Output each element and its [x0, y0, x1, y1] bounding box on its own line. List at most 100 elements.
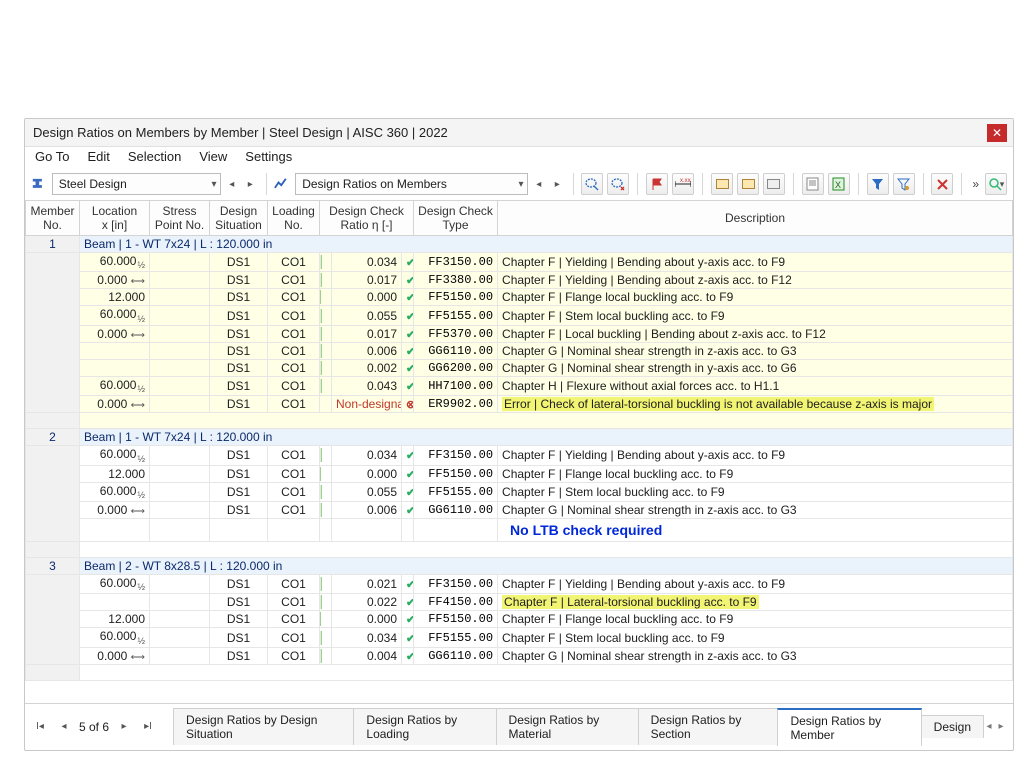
- design-situation-cell[interactable]: DS1: [210, 574, 268, 593]
- ratio-cell[interactable]: Non-designable: [332, 396, 402, 413]
- ratio-cell[interactable]: 0.055: [332, 482, 402, 501]
- stresspoint-cell[interactable]: [150, 465, 210, 482]
- loading-cell[interactable]: CO1: [268, 574, 320, 593]
- design-situation-cell[interactable]: DS1: [210, 647, 268, 664]
- check-type-cell[interactable]: FF3380.00: [414, 272, 498, 289]
- ratio-cell[interactable]: 0.022: [332, 594, 402, 611]
- loading-cell[interactable]: CO1: [268, 628, 320, 647]
- member-number-cell[interactable]: 3: [26, 557, 80, 574]
- loading-cell[interactable]: CO1: [268, 482, 320, 501]
- description-cell[interactable]: Chapter F | Stem local buckling acc. to …: [498, 628, 1013, 647]
- design-situation-cell[interactable]: DS1: [210, 611, 268, 628]
- location-cell[interactable]: 60.000½: [80, 574, 150, 593]
- design-situation-cell[interactable]: DS1: [210, 253, 268, 272]
- clear-icon[interactable]: [931, 173, 953, 195]
- description-cell[interactable]: Chapter F | Flange local buckling acc. t…: [498, 465, 1013, 482]
- loading-cell[interactable]: CO1: [268, 611, 320, 628]
- check-type-cell[interactable]: FF3150.00: [414, 253, 498, 272]
- design-situation-cell[interactable]: DS1: [210, 289, 268, 306]
- stresspoint-cell[interactable]: [150, 501, 210, 518]
- lasso-clear-icon[interactable]: [607, 173, 629, 195]
- loading-cell[interactable]: CO1: [268, 594, 320, 611]
- mode-prev[interactable]: ◂: [532, 173, 547, 195]
- description-cell[interactable]: Chapter F | Stem local buckling acc. to …: [498, 306, 1013, 325]
- location-cell[interactable]: 12.000: [80, 465, 150, 482]
- member-number-cell[interactable]: 1: [26, 236, 80, 253]
- loading-cell[interactable]: CO1: [268, 501, 320, 518]
- description-cell[interactable]: Chapter F | Flange local buckling acc. t…: [498, 611, 1013, 628]
- location-cell[interactable]: 60.000½: [80, 482, 150, 501]
- close-button[interactable]: ✕: [987, 124, 1007, 142]
- description-cell[interactable]: Chapter F | Local buckling | Bending abo…: [498, 325, 1013, 342]
- ratio-cell[interactable]: 0.055: [332, 306, 402, 325]
- check-type-cell[interactable]: FF5155.00: [414, 482, 498, 501]
- description-cell[interactable]: Chapter G | Nominal shear strength in y-…: [498, 359, 1013, 376]
- check-type-cell[interactable]: FF5150.00: [414, 611, 498, 628]
- description-cell[interactable]: Chapter H | Flexure without axial forces…: [498, 376, 1013, 395]
- stresspoint-cell[interactable]: [150, 396, 210, 413]
- description-cell[interactable]: Error | Check of lateral-torsional buckl…: [498, 396, 1013, 413]
- design-situation-cell[interactable]: DS1: [210, 342, 268, 359]
- location-cell[interactable]: 0.000 ⟷: [80, 325, 150, 342]
- description-cell[interactable]: Chapter F | Stem local buckling acc. to …: [498, 482, 1013, 501]
- check-type-cell[interactable]: FF3150.00: [414, 574, 498, 593]
- loading-cell[interactable]: CO1: [268, 342, 320, 359]
- check-type-cell[interactable]: FF5370.00: [414, 325, 498, 342]
- ratio-cell[interactable]: 0.034: [332, 446, 402, 465]
- check-type-cell[interactable]: GG6200.00: [414, 359, 498, 376]
- stresspoint-cell[interactable]: [150, 289, 210, 306]
- stresspoint-cell[interactable]: [150, 647, 210, 664]
- description-cell[interactable]: Chapter F | Yielding | Bending about y-a…: [498, 446, 1013, 465]
- loading-cell[interactable]: CO1: [268, 359, 320, 376]
- nav-prev[interactable]: ◂: [225, 173, 240, 195]
- pager-first[interactable]: I◂: [31, 718, 49, 736]
- dimension-icon[interactable]: x.xx: [672, 173, 694, 195]
- location-cell[interactable]: 0.000 ⟷: [80, 647, 150, 664]
- tab-design-ratios-by-member[interactable]: Design Ratios by Member: [777, 708, 921, 746]
- location-cell[interactable]: 60.000½: [80, 376, 150, 395]
- group-2-icon[interactable]: [737, 173, 759, 195]
- stresspoint-cell[interactable]: [150, 574, 210, 593]
- tab-design-ratios-by-section[interactable]: Design Ratios by Section: [638, 708, 779, 745]
- menu-view[interactable]: View: [199, 149, 227, 164]
- loading-cell[interactable]: CO1: [268, 325, 320, 342]
- group-label[interactable]: Beam | 1 - WT 7x24 | L : 120.000 in: [80, 236, 1013, 253]
- ratio-cell[interactable]: 0.006: [332, 342, 402, 359]
- export-excel-icon[interactable]: X: [828, 173, 850, 195]
- ratio-cell[interactable]: 0.017: [332, 272, 402, 289]
- loading-cell[interactable]: CO1: [268, 396, 320, 413]
- design-situation-cell[interactable]: DS1: [210, 396, 268, 413]
- nav-next[interactable]: ▸: [243, 173, 258, 195]
- mode-dropdown[interactable]: Design Ratios on Members ▾: [295, 173, 527, 195]
- loading-cell[interactable]: CO1: [268, 465, 320, 482]
- check-type-cell[interactable]: FF5150.00: [414, 465, 498, 482]
- description-cell[interactable]: Chapter F | Yielding | Bending about y-a…: [498, 253, 1013, 272]
- ratio-cell[interactable]: 0.000: [332, 611, 402, 628]
- menu-selection[interactable]: Selection: [128, 149, 181, 164]
- loading-cell[interactable]: CO1: [268, 272, 320, 289]
- ratio-cell[interactable]: 0.034: [332, 253, 402, 272]
- report-icon[interactable]: [802, 173, 824, 195]
- location-cell[interactable]: 0.000 ⟷: [80, 396, 150, 413]
- check-type-cell[interactable]: FF3150.00: [414, 446, 498, 465]
- location-cell[interactable]: [80, 342, 150, 359]
- check-type-cell[interactable]: FF5150.00: [414, 289, 498, 306]
- filter-icon[interactable]: [867, 173, 889, 195]
- stresspoint-cell[interactable]: [150, 628, 210, 647]
- loading-cell[interactable]: CO1: [268, 376, 320, 395]
- stresspoint-cell[interactable]: [150, 376, 210, 395]
- design-situation-cell[interactable]: DS1: [210, 482, 268, 501]
- loading-cell[interactable]: CO1: [268, 647, 320, 664]
- location-cell[interactable]: 60.000½: [80, 306, 150, 325]
- loading-cell[interactable]: CO1: [268, 289, 320, 306]
- group-label[interactable]: Beam | 1 - WT 7x24 | L : 120.000 in: [80, 429, 1013, 446]
- loading-cell[interactable]: CO1: [268, 446, 320, 465]
- check-type-cell[interactable]: FF5155.00: [414, 306, 498, 325]
- stresspoint-cell[interactable]: [150, 611, 210, 628]
- stresspoint-cell[interactable]: [150, 253, 210, 272]
- pager-prev[interactable]: ◂: [55, 718, 73, 736]
- stresspoint-cell[interactable]: [150, 306, 210, 325]
- design-situation-cell[interactable]: DS1: [210, 628, 268, 647]
- tab-scroll-right[interactable]: ▸: [995, 721, 1007, 732]
- tab-design-ratios-by-loading[interactable]: Design Ratios by Loading: [353, 708, 496, 745]
